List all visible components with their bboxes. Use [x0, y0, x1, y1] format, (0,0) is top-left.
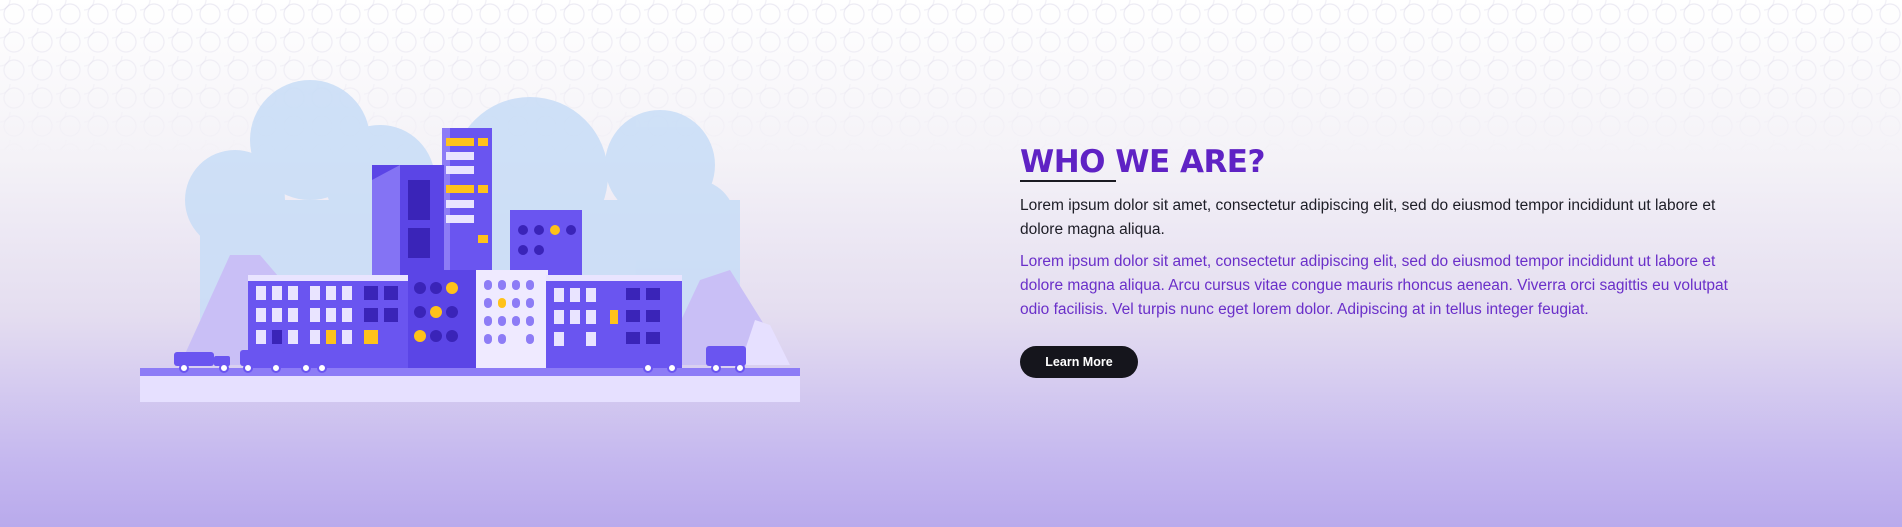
section-title: WHO WE ARE? [1020, 144, 1265, 180]
about-section: WHO WE ARE? Lorem ipsum dolor sit amet, … [1020, 142, 1740, 378]
city-buildings-illustration [140, 80, 800, 402]
intro-paragraph: Lorem ipsum dolor sit amet, consectetur … [1020, 197, 1716, 238]
learn-more-button[interactable]: Learn More [1020, 346, 1138, 378]
detail-paragraph: Lorem ipsum dolor sit amet, consectetur … [1020, 253, 1728, 318]
